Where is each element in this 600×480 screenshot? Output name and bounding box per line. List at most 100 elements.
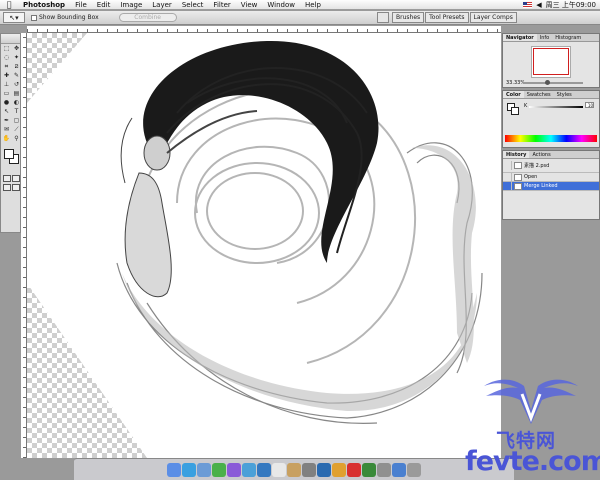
menu-photoshop[interactable]: Photoshop — [18, 0, 70, 10]
eraser-tool-icon[interactable]: ▭ — [2, 90, 11, 98]
document-canvas[interactable] — [27, 33, 501, 458]
k-value-field[interactable]: 10 — [585, 102, 594, 108]
combine-button[interactable]: Combine — [118, 13, 177, 22]
font-icon[interactable] — [377, 462, 391, 477]
menu-help[interactable]: Help — [300, 0, 326, 10]
shape-tool-icon[interactable]: ▢ — [12, 117, 21, 125]
history-snapshot-label: 素描 2.psd — [524, 163, 550, 169]
history-brush-source-icon[interactable] — [503, 161, 512, 170]
open-state-icon — [514, 173, 522, 181]
menu-layer[interactable]: Layer — [147, 0, 177, 10]
ical-icon[interactable] — [272, 462, 286, 477]
hand-tool-icon[interactable]: ✋ — [2, 135, 11, 143]
quickmask-mode-icon[interactable] — [12, 175, 20, 182]
foreground-color-swatch[interactable] — [4, 149, 14, 159]
tool-preset-picker[interactable]: ↖▾ — [3, 12, 25, 23]
history-snapshot-row[interactable]: 素描 2.psd — [503, 159, 599, 173]
tab-layer-comps[interactable]: Layer Comps — [469, 12, 517, 23]
menu-image[interactable]: Image — [115, 0, 147, 10]
tab-navigator[interactable]: Navigator — [503, 34, 537, 41]
checkbox-box[interactable] — [31, 14, 37, 21]
navigator-view-box[interactable] — [533, 48, 569, 75]
menu-edit[interactable]: Edit — [92, 0, 116, 10]
slice-tool-icon[interactable]: ⧄ — [12, 63, 21, 71]
eyedropper-tool-icon[interactable]: ⟋ — [12, 126, 21, 134]
color-ramp[interactable] — [505, 135, 597, 142]
navigator-tabs: Navigator Info Histogram — [503, 34, 599, 42]
gradient-tool-icon[interactable]: ▤ — [12, 90, 21, 98]
color-palette: Color Swatches Styles K 10 — [502, 90, 600, 148]
input-flag-icon[interactable] — [523, 1, 533, 8]
blur-tool-icon[interactable]: ● — [2, 99, 11, 107]
illustrator-icon[interactable] — [332, 462, 346, 477]
dock — [74, 458, 514, 480]
toolbox-header-feather-icon[interactable] — [1, 34, 20, 44]
history-row-label: Open — [524, 174, 538, 180]
finder-icon[interactable] — [167, 462, 181, 477]
history-row-selected[interactable]: Merge Linked — [503, 181, 599, 191]
marquee-tool-icon[interactable]: ⬚ — [2, 45, 11, 53]
tab-history[interactable]: History — [503, 151, 530, 158]
dreamweaver-icon[interactable] — [362, 462, 376, 477]
type-tool-icon[interactable]: T — [12, 108, 21, 116]
mail-icon[interactable] — [197, 462, 211, 477]
preferences-icon[interactable] — [302, 462, 316, 477]
flash-icon[interactable] — [347, 462, 361, 477]
network-icon[interactable] — [392, 462, 406, 477]
navigator-zoom-knob[interactable] — [545, 80, 550, 85]
tab-histogram[interactable]: Histogram — [552, 34, 584, 41]
crop-tool-icon[interactable]: ⌗ — [2, 63, 11, 71]
clock[interactable]: 周三 上午09:00 — [546, 0, 596, 10]
pen-tool-icon[interactable]: ✒ — [2, 117, 11, 125]
imovie-icon[interactable] — [257, 462, 271, 477]
screen-mode-standard-icon[interactable] — [3, 184, 11, 191]
toolbox: ⬚ ✥ ◌ ✦ ⌗ ⧄ ✚ ✎ ⊥ ↺ ▭ ▤ ● ◐ ↖ T ✒ ▢ ✉ ⟋ … — [0, 33, 21, 233]
tab-actions[interactable]: Actions — [529, 151, 553, 158]
move-tool-icon[interactable]: ✥ — [12, 45, 21, 53]
ichat-icon[interactable] — [212, 462, 226, 477]
iphoto-icon[interactable] — [242, 462, 256, 477]
tool-grid: ⬚ ✥ ◌ ✦ ⌗ ⧄ ✚ ✎ ⊥ ↺ ▭ ▤ ● ◐ ↖ T ✒ ▢ ✉ ⟋ … — [1, 44, 20, 144]
path-selection-icon[interactable]: ↖ — [2, 108, 11, 116]
menu-bar:  Photoshop File Edit Image Layer Select… — [0, 0, 600, 10]
history-row-label: Merge Linked — [524, 183, 558, 189]
tab-tool-presets[interactable]: Tool Presets — [425, 12, 469, 23]
show-bounding-box-checkbox[interactable]: Show Bounding Box — [31, 14, 99, 21]
healing-brush-icon[interactable]: ✚ — [2, 72, 11, 80]
history-brush-icon[interactable]: ↺ — [12, 81, 21, 89]
photoshop-icon[interactable] — [317, 462, 331, 477]
menu-window[interactable]: Window — [262, 0, 300, 10]
zoom-tool-icon[interactable]: ⚲ — [12, 135, 21, 143]
volume-icon[interactable]: ◀ — [536, 1, 541, 9]
history-row[interactable]: Open — [503, 172, 599, 182]
brush-tool-icon[interactable]: ✎ — [12, 72, 21, 80]
screen-mode-full-icon[interactable] — [12, 184, 20, 191]
clone-stamp-icon[interactable]: ⊥ — [2, 81, 11, 89]
menu-select[interactable]: Select — [177, 0, 209, 10]
menu-view[interactable]: View — [236, 0, 263, 10]
tab-info[interactable]: Info — [537, 34, 552, 41]
itunes-icon[interactable] — [227, 462, 241, 477]
dodge-tool-icon[interactable]: ◐ — [12, 99, 21, 107]
apple-menu-icon[interactable]:  — [0, 0, 18, 9]
menu-file[interactable]: File — [70, 0, 92, 10]
safari-icon[interactable] — [182, 462, 196, 477]
tab-swatches[interactable]: Swatches — [524, 91, 554, 98]
screen-mode-buttons — [1, 184, 20, 191]
addressbook-icon[interactable] — [287, 462, 301, 477]
screen: { "menubar": { "app": "Photoshop", "item… — [0, 0, 600, 480]
standard-mode-icon[interactable] — [3, 175, 11, 182]
palette-well-icon[interactable] — [377, 12, 389, 23]
k-slider[interactable] — [529, 106, 583, 108]
menu-filter[interactable]: Filter — [208, 0, 235, 10]
history-state-icon — [503, 181, 512, 191]
navigator-zoom-slider[interactable] — [523, 82, 583, 84]
notes-tool-icon[interactable]: ✉ — [2, 126, 11, 134]
color-background-swatch[interactable] — [511, 107, 519, 115]
trash-icon[interactable] — [407, 462, 421, 477]
lasso-tool-icon[interactable]: ◌ — [2, 54, 11, 62]
magic-wand-tool-icon[interactable]: ✦ — [12, 54, 21, 62]
tab-brushes[interactable]: Brushes — [392, 12, 425, 23]
tab-color[interactable]: Color — [503, 91, 524, 98]
tab-styles[interactable]: Styles — [554, 91, 575, 98]
